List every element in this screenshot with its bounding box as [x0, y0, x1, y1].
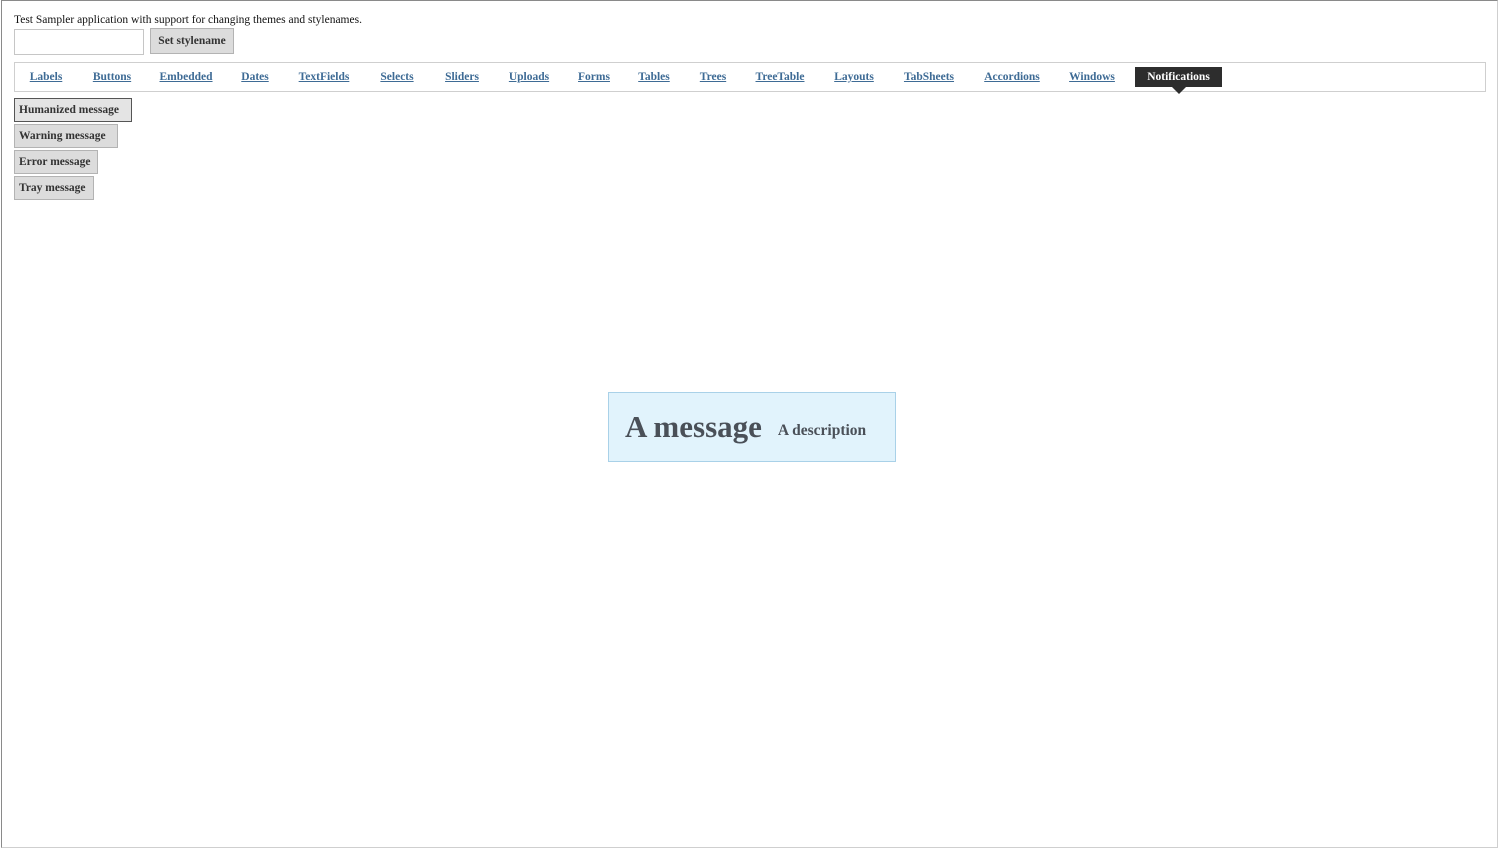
tab-windows[interactable]: Windows — [1068, 63, 1116, 91]
tab-bar: Labels Buttons Embedded Dates TextFields… — [14, 62, 1486, 94]
warning-message-button[interactable]: Warning message — [14, 124, 118, 148]
intro-text: Test Sampler application with support fo… — [14, 14, 362, 26]
tab-trees[interactable]: Trees — [698, 63, 728, 91]
tab-tabsheets[interactable]: TabSheets — [902, 63, 956, 91]
tab-labels[interactable]: Labels — [29, 63, 63, 91]
set-stylename-button[interactable]: Set stylename — [150, 28, 234, 54]
tab-notifications[interactable]: Notifications — [1135, 67, 1222, 94]
humanized-notification[interactable]: A message A description — [608, 392, 896, 462]
selected-tab-arrow-icon — [1171, 87, 1186, 94]
tab-notifications-label: Notifications — [1147, 71, 1210, 83]
tab-tables[interactable]: Tables — [637, 63, 671, 91]
tab-sliders[interactable]: Sliders — [443, 63, 481, 91]
notification-description: A description — [777, 422, 867, 439]
humanized-message-button[interactable]: Humanized message — [14, 98, 132, 122]
tab-embedded[interactable]: Embedded — [159, 63, 212, 91]
tab-textfields[interactable]: TextFields — [297, 63, 351, 91]
tray-message-button[interactable]: Tray message — [14, 176, 94, 200]
tab-selects[interactable]: Selects — [378, 63, 416, 91]
tab-dates[interactable]: Dates — [240, 63, 270, 91]
tab-buttons[interactable]: Buttons — [91, 63, 133, 91]
tab-accordions[interactable]: Accordions — [983, 63, 1041, 91]
tab-uploads[interactable]: Uploads — [508, 63, 550, 91]
tab-treetable[interactable]: TreeTable — [754, 63, 806, 91]
tab-layouts[interactable]: Layouts — [833, 63, 875, 91]
stylename-input[interactable] — [14, 29, 144, 55]
tab-forms[interactable]: Forms — [577, 63, 611, 91]
error-message-button[interactable]: Error message — [14, 150, 98, 174]
notification-caption: A message — [625, 409, 762, 444]
